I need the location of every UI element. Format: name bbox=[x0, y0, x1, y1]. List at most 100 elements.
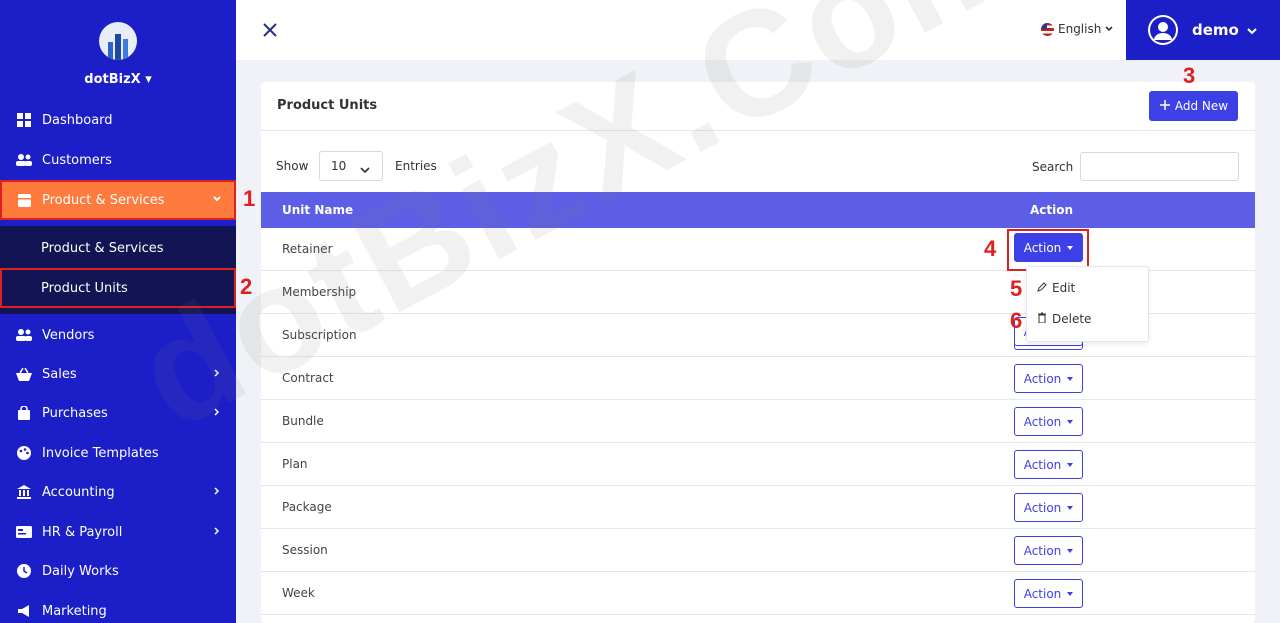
annotation-number-5: 5 bbox=[1010, 276, 1023, 301]
bank-icon bbox=[16, 484, 32, 500]
id-card-icon bbox=[16, 524, 32, 540]
sidebar-item-dashboard[interactable]: Dashboard bbox=[0, 100, 236, 140]
caret-down-icon bbox=[1067, 419, 1074, 424]
sidebar-item-label: Daily Works bbox=[42, 563, 119, 579]
edit-label: Edit bbox=[1052, 281, 1076, 295]
delete-menu-item[interactable]: Delete bbox=[1037, 312, 1091, 326]
sidebar-item-label: Customers bbox=[42, 152, 112, 168]
box-icon bbox=[16, 192, 32, 208]
unit-name-cell: Membership bbox=[282, 285, 357, 299]
action-button[interactable]: Action bbox=[1014, 450, 1083, 479]
sidebar-item-label: Sales bbox=[42, 366, 77, 382]
page-size-select[interactable]: 10 bbox=[319, 151, 383, 181]
topbar: English demo bbox=[236, 0, 1280, 60]
brand[interactable]: dotBizX ▾ bbox=[0, 0, 236, 100]
action-button[interactable]: Action bbox=[1014, 493, 1083, 522]
sidebar-item-accounting[interactable]: Accounting bbox=[0, 472, 236, 512]
sidebar-item-label: Purchases bbox=[42, 405, 108, 421]
action-button[interactable]: Action bbox=[1014, 407, 1083, 436]
action-label: Action bbox=[1023, 543, 1062, 558]
annotation-number-2: 2 bbox=[240, 274, 253, 299]
action-label: Action bbox=[1023, 500, 1062, 515]
language-selector[interactable]: English bbox=[1041, 22, 1113, 36]
sidebar-item-purchases[interactable]: Purchases bbox=[0, 393, 236, 433]
action-button[interactable]: Action bbox=[1014, 364, 1083, 393]
unit-name-cell: Plan bbox=[282, 457, 308, 471]
sidebar-item-label: Product & Services bbox=[42, 192, 165, 208]
submenu-item-label: Product Units bbox=[41, 280, 128, 296]
delete-label: Delete bbox=[1052, 312, 1092, 326]
action-button[interactable]: Action bbox=[1014, 536, 1083, 565]
action-label: Action bbox=[1023, 457, 1062, 472]
annotation-number-6: 6 bbox=[1010, 308, 1023, 333]
table-row: Week Action bbox=[261, 572, 1255, 615]
annotation-highlight-box bbox=[1007, 229, 1089, 271]
dotbizx-logo-icon bbox=[99, 21, 137, 60]
chevron-down-icon: ▾ bbox=[145, 71, 152, 87]
caret-down-icon bbox=[1067, 505, 1074, 510]
bag-icon bbox=[16, 405, 32, 421]
entries-label: Entries bbox=[395, 159, 437, 173]
user-menu[interactable]: demo bbox=[1126, 0, 1280, 60]
users-icon bbox=[16, 152, 32, 168]
unit-name-cell: Package bbox=[282, 500, 332, 514]
sidebar-item-product-services[interactable]: Product & Services bbox=[0, 180, 236, 220]
basket-icon bbox=[16, 366, 32, 382]
chevron-down-icon bbox=[1246, 22, 1258, 41]
caret-down-icon bbox=[1067, 548, 1074, 553]
show-label: Show bbox=[276, 159, 309, 173]
annotation-number-3: 3 bbox=[1183, 63, 1196, 88]
sidebar-item-invoice-templates[interactable]: Invoice Templates bbox=[0, 433, 236, 473]
us-flag-icon bbox=[1041, 22, 1054, 36]
chevron-right-icon bbox=[212, 367, 222, 382]
pencil-icon bbox=[1037, 281, 1047, 295]
sidebar-item-vendors[interactable]: Vendors bbox=[0, 315, 236, 355]
chevron-right-icon bbox=[212, 406, 222, 421]
unit-name-cell: Session bbox=[282, 543, 328, 557]
sidebar-item-hr-payroll[interactable]: HR & Payroll bbox=[0, 512, 236, 552]
search-input[interactable] bbox=[1080, 152, 1239, 181]
trash-icon bbox=[1037, 312, 1047, 326]
chevron-down-icon bbox=[1105, 22, 1113, 36]
table-row: Contract Action bbox=[261, 357, 1255, 400]
close-icon[interactable] bbox=[260, 20, 280, 40]
product-units-card: Product Units Add New Show 10 Entries Se… bbox=[261, 82, 1255, 623]
chevron-right-icon bbox=[212, 525, 222, 540]
page-title: Product Units bbox=[277, 98, 378, 113]
action-button[interactable]: Action bbox=[1014, 579, 1083, 608]
submenu-item-product-services[interactable]: Product & Services bbox=[0, 228, 236, 268]
add-new-label: Add New bbox=[1174, 99, 1229, 113]
plus-icon bbox=[1159, 99, 1171, 114]
submenu-item-product-units[interactable]: Product Units bbox=[0, 268, 236, 308]
add-new-button[interactable]: Add New bbox=[1149, 91, 1238, 121]
sidebar-item-marketing[interactable]: Marketing bbox=[0, 591, 236, 623]
sidebar-item-label: Accounting bbox=[42, 484, 115, 500]
annotation-number-1: 1 bbox=[243, 186, 256, 211]
chevron-right-icon bbox=[212, 485, 222, 500]
table-row: Plan Action bbox=[261, 443, 1255, 486]
sidebar-item-customers[interactable]: Customers bbox=[0, 140, 236, 180]
chevron-down-icon bbox=[212, 193, 222, 208]
palette-icon bbox=[16, 445, 32, 461]
edit-menu-item[interactable]: Edit bbox=[1037, 281, 1075, 295]
sidebar-item-label: HR & Payroll bbox=[42, 524, 123, 540]
product-submenu: Product & Services Product Units bbox=[0, 226, 236, 314]
unit-name-cell: Subscription bbox=[282, 328, 357, 342]
language-label: English bbox=[1058, 22, 1102, 36]
table-row: Package Action bbox=[261, 486, 1255, 529]
users-icon bbox=[16, 327, 32, 343]
sidebar-item-label: Marketing bbox=[42, 603, 107, 619]
sidebar-item-daily-works[interactable]: Daily Works bbox=[0, 551, 236, 591]
column-header-action: Action bbox=[1030, 203, 1074, 217]
page-size-value: 10 bbox=[331, 159, 347, 173]
divider bbox=[261, 130, 1255, 131]
user-name: demo bbox=[1192, 21, 1239, 39]
search-label: Search bbox=[1032, 160, 1074, 174]
sidebar-item-sales[interactable]: Sales bbox=[0, 354, 236, 394]
action-label: Action bbox=[1023, 414, 1062, 429]
action-label: Action bbox=[1023, 371, 1062, 386]
annotation-number-4: 4 bbox=[984, 236, 997, 261]
brand-name[interactable]: dotBizX ▾ bbox=[84, 72, 151, 87]
grid-icon bbox=[16, 112, 32, 128]
caret-down-icon bbox=[1067, 376, 1074, 381]
